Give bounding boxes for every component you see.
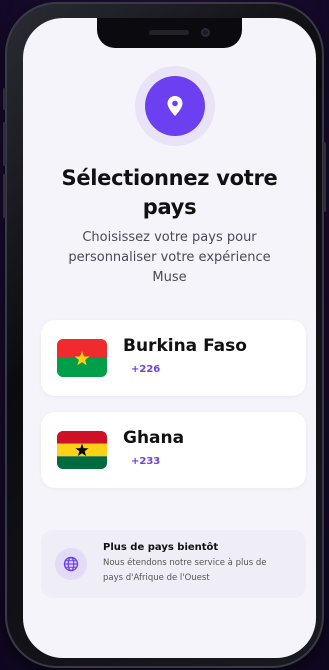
dial-code: +226 (131, 364, 161, 375)
page-title: Sélectionnez votre pays (23, 164, 316, 222)
info-text-line: pays d'Afrique de l'Ouest (103, 573, 210, 583)
country-name: Ghana (123, 428, 185, 448)
dial-code: +233 (131, 456, 161, 467)
coming-soon-info-card: Plus de pays bientôt Nous étendons notre… (41, 530, 306, 598)
page-subtitle: Choisissez votre pays pour personnaliser… (49, 228, 290, 288)
ghana-flag-icon (57, 431, 107, 469)
burkina-faso-flag-icon (57, 339, 107, 377)
location-badge (135, 66, 215, 146)
side-button (3, 174, 6, 218)
side-button (3, 88, 6, 110)
speaker (149, 30, 189, 35)
globe-icon (63, 556, 79, 572)
country-name: Burkina Faso (123, 336, 247, 356)
front-camera (201, 28, 210, 37)
subtitle-line: Muse (152, 270, 187, 285)
side-button (3, 122, 6, 166)
info-text: Nous étendons notre service à plus de pa… (103, 556, 299, 586)
page-title-line: Sélectionnez votre (61, 166, 278, 190)
location-badge-circle (145, 76, 205, 136)
app-screen: Sélectionnez votre pays Choisissez votre… (23, 18, 316, 658)
subtitle-line: Choisissez votre pays pour (82, 230, 257, 245)
side-button (323, 142, 326, 212)
location-pin-icon (167, 96, 183, 116)
phone-frame: Sélectionnez votre pays Choisissez votre… (3, 2, 326, 668)
subtitle-line: personnaliser votre expérience (68, 250, 271, 265)
country-card-ghana[interactable]: Ghana +233 (41, 412, 306, 488)
page-title-line: pays (142, 195, 197, 219)
info-text-line: Nous étendons notre service à plus de (103, 558, 267, 568)
notch (97, 18, 242, 48)
info-title: Plus de pays bientôt (103, 542, 219, 553)
country-card-burkina-faso[interactable]: Burkina Faso +226 (41, 320, 306, 396)
globe-badge (55, 548, 87, 580)
